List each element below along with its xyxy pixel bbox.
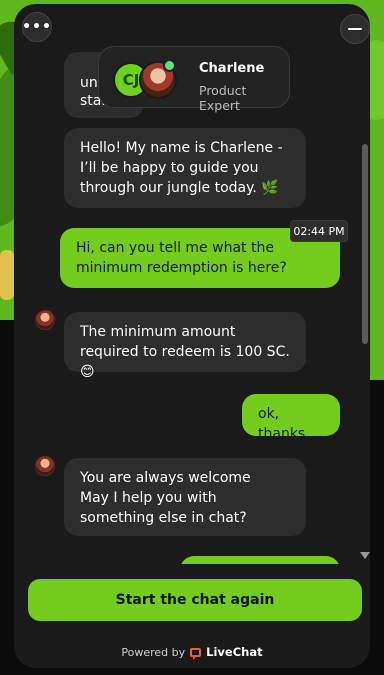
- agent-avatar: [35, 456, 55, 476]
- minimize-icon[interactable]: [340, 14, 370, 44]
- chat-widget: unt starti Hello! My name is Charlene - …: [14, 4, 370, 668]
- powered-by-footer[interactable]: Powered by LiveChat: [14, 644, 370, 660]
- livechat-logo-icon: [190, 647, 202, 660]
- scrollbar-thumb[interactable]: [362, 144, 368, 344]
- menu-dots-icon[interactable]: •••: [22, 12, 52, 42]
- scrollbar[interactable]: [360, 34, 370, 564]
- livechat-brand-label[interactable]: LiveChat: [206, 645, 262, 659]
- agent-role: Product Expert: [199, 83, 247, 113]
- agent-message: Hello! My name is Charlene - I’ll be hap…: [64, 128, 306, 208]
- powered-by-label: Powered by: [121, 645, 186, 659]
- user-message: [180, 556, 340, 564]
- message-timestamp: 02:44 PM: [290, 220, 348, 242]
- agent-name: Charlene: [199, 61, 265, 76]
- agent-message: The minimum amount required to redeem is…: [64, 312, 306, 380]
- agent-avatar: [35, 310, 55, 330]
- start-chat-again-button[interactable]: Start the chat again: [28, 579, 362, 621]
- message-list[interactable]: unt starti Hello! My name is Charlene - …: [14, 4, 370, 564]
- agent-header-card: CJ Charlene Product Expert: [98, 46, 290, 113]
- scroll-down-arrow-icon[interactable]: [360, 552, 370, 559]
- background-decoration: [0, 250, 14, 300]
- user-message: ok, thanks: [242, 394, 340, 442]
- agent-message: You are always welcome May I help you wi…: [64, 458, 306, 536]
- online-status-icon: [163, 59, 176, 72]
